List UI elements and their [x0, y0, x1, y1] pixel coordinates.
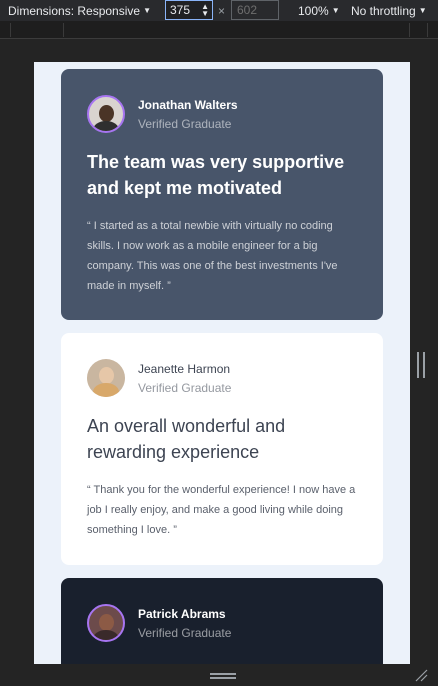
avatar-body-shape	[93, 630, 119, 640]
person-role: Verified Graduate	[138, 625, 232, 640]
caret-down-icon: ▼	[143, 6, 151, 15]
avatar	[87, 359, 125, 397]
avatar-head-shape	[98, 614, 114, 631]
media-query-ruler[interactable]	[0, 21, 438, 39]
person-name: Patrick Abrams	[138, 606, 226, 621]
testimonial-quote: “ Thank you for the wonderful experience…	[87, 484, 356, 536]
resize-handle-right[interactable]	[417, 352, 425, 378]
avatar-head-shape	[98, 367, 114, 384]
zoom-dropdown[interactable]: 100% ▼	[298, 0, 340, 21]
caret-down-icon: ▼	[331, 6, 340, 15]
resize-handle-bottom[interactable]	[210, 673, 236, 679]
zoom-label: 100%	[298, 3, 329, 18]
person-role: Verified Graduate	[138, 116, 232, 131]
person-name: Jonathan Walters	[138, 97, 238, 112]
device-viewport: Jonathan Walters Verified Graduate The t…	[0, 40, 438, 686]
person-info: Jeanette Harmon Verified Graduate	[87, 359, 357, 397]
throttling-dropdown[interactable]: No throttling ▼	[351, 0, 427, 21]
times-icon: ×	[218, 3, 226, 18]
height-input[interactable]: 602	[231, 0, 279, 20]
avatar-body-shape	[93, 121, 119, 131]
resize-corner-icon[interactable]	[414, 668, 428, 682]
testimonial-card: Patrick Abrams Verified Graduate	[61, 578, 383, 664]
dimensions-label: Dimensions: Responsive	[8, 3, 141, 18]
avatar	[87, 604, 125, 642]
person-role: Verified Graduate	[138, 380, 232, 395]
spinner-icon[interactable]: ▲ ▼	[201, 3, 209, 18]
avatar	[87, 95, 125, 133]
testimonials-page: Jonathan Walters Verified Graduate The t…	[34, 62, 410, 664]
testimonial-headline: The team was very supportive and kept me…	[87, 152, 345, 198]
devtools-device-toolbar: Dimensions: Responsive ▼ 375 ▲ ▼ × 602 10…	[0, 0, 438, 21]
caret-down-icon: ▼	[418, 6, 427, 15]
throttling-label: No throttling	[351, 3, 416, 18]
testimonial-card: Jeanette Harmon Verified Graduate An ove…	[61, 333, 383, 565]
testimonial-card: Jonathan Walters Verified Graduate The t…	[61, 69, 383, 320]
person-info: Patrick Abrams Verified Graduate	[87, 604, 357, 642]
person-name: Jeanette Harmon	[138, 361, 231, 376]
avatar-body-shape	[93, 383, 119, 397]
dimensions-dropdown[interactable]: Dimensions: Responsive ▼	[8, 0, 151, 21]
avatar-head-shape	[98, 105, 114, 122]
width-value: 375	[170, 3, 191, 17]
testimonial-headline: An overall wonderful and rewarding exper…	[87, 416, 286, 462]
height-placeholder: 602	[237, 3, 258, 17]
person-info: Jonathan Walters Verified Graduate	[87, 95, 357, 133]
width-input[interactable]: 375 ▲ ▼	[165, 0, 213, 20]
testimonial-quote: “ I started as a total newbie with virtu…	[87, 220, 338, 292]
